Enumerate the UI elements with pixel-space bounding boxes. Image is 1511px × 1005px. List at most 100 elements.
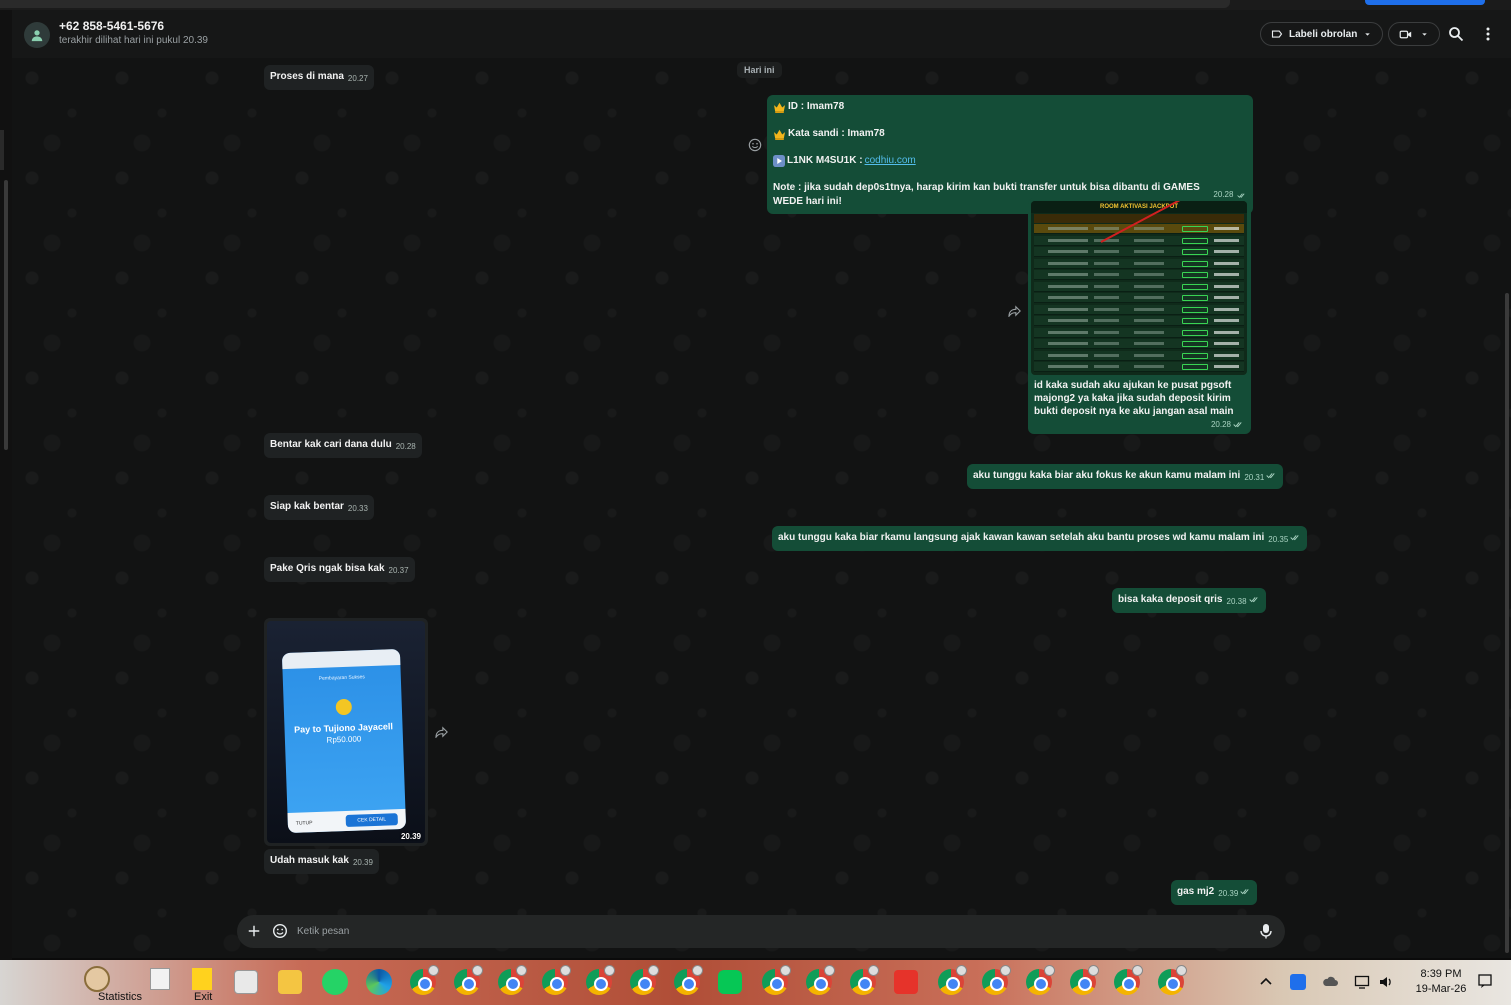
jackpot-table-row xyxy=(1034,350,1244,361)
double-check-icon xyxy=(1248,597,1258,603)
jackpot-table-cell xyxy=(1134,238,1164,242)
password-row: Kata sandi : Imam78 xyxy=(773,127,1247,141)
emoji-react-icon[interactable] xyxy=(748,138,762,152)
microphone-icon[interactable] xyxy=(1259,923,1273,939)
menu-dots-icon[interactable] xyxy=(1480,26,1496,42)
outgoing-message-credentials[interactable]: ID : Imam78 Kata sandi : Imam78 L1NK M4S… xyxy=(767,95,1253,214)
chrome-browser-icon[interactable] xyxy=(850,965,879,995)
display-icon[interactable] xyxy=(1354,974,1370,990)
jackpot-table-cell xyxy=(1048,238,1088,242)
chrome-browser-icon[interactable] xyxy=(806,965,835,995)
jackpot-table-row xyxy=(1034,270,1244,280)
sticker-icon[interactable] xyxy=(272,923,288,939)
payment-proof-photo[interactable]: Pembayaran Sukses Pay to Tujiono Jayacel… xyxy=(267,621,425,843)
speaker-icon[interactable] xyxy=(1378,974,1394,990)
outgoing-message[interactable]: aku tunggu kaka biar rkamu langsung ajak… xyxy=(772,526,1308,551)
chrome-browser-icon[interactable] xyxy=(1114,965,1143,995)
message-input[interactable] xyxy=(297,921,1197,941)
chrome-browser-icon[interactable] xyxy=(1158,965,1187,995)
chevron-up-icon[interactable] xyxy=(1258,974,1274,990)
wps-office-icon[interactable] xyxy=(894,970,918,994)
statistics-widget[interactable]: Statistics xyxy=(68,960,148,1005)
jackpot-table-cell xyxy=(1134,261,1164,265)
game-link[interactable]: codhiu.com xyxy=(865,154,916,168)
jackpot-table-cell xyxy=(1094,319,1119,322)
incoming-photo-message[interactable]: Pembayaran Sukses Pay to Tujiono Jayacel… xyxy=(264,618,428,846)
message-composer xyxy=(237,915,1285,948)
exit-widget[interactable]: Exit xyxy=(150,960,212,1005)
chrome-browser-icon[interactable] xyxy=(410,965,439,995)
outgoing-message[interactable]: bisa kaka deposit qris 20.38 xyxy=(1112,588,1266,613)
chat-scrollbar[interactable] xyxy=(1505,293,1509,953)
profile-avatar-icon xyxy=(1088,965,1099,976)
jackpot-table-cell xyxy=(1214,319,1239,322)
chrome-browser-icon[interactable] xyxy=(630,965,659,995)
incoming-message[interactable]: Pake Qris ngak bisa kak 20.37 xyxy=(264,557,415,582)
last-seen-status: terakhir dilihat hari ini pukul 20.39 xyxy=(59,35,208,46)
chat-area[interactable]: Hari ini Proses di mana 20.27 ID : Imam78… xyxy=(12,58,1511,958)
jackpot-table-image[interactable]: ROOM AKTIVASI JACKPOT xyxy=(1031,201,1247,375)
incoming-message[interactable]: Siap kak bentar 20.33 xyxy=(264,495,374,520)
notification-icon[interactable] xyxy=(1477,973,1493,989)
whatsapp-icon[interactable] xyxy=(322,969,348,995)
phone-top-bar xyxy=(281,648,401,670)
forward-icon[interactable] xyxy=(435,726,449,738)
double-check-icon xyxy=(1233,422,1242,428)
incoming-message[interactable]: Bentar kak cari dana dulu 20.28 xyxy=(264,433,422,458)
video-camera-icon xyxy=(1399,30,1412,38)
jackpot-table-cell xyxy=(1094,365,1119,368)
incoming-message[interactable]: Proses di mana 20.27 xyxy=(264,65,374,90)
search-icon[interactable] xyxy=(1448,26,1464,42)
jackpot-table-row xyxy=(1034,304,1244,315)
plus-icon[interactable] xyxy=(247,924,261,938)
chrome-browser-icon[interactable] xyxy=(762,965,791,995)
profile-avatar-icon xyxy=(604,965,615,976)
chrome-browser-icon[interactable] xyxy=(1070,965,1099,995)
outgoing-image-message[interactable]: ROOM AKTIVASI JACKPOT id kaka sudah aku … xyxy=(1028,198,1251,434)
jackpot-table-cell xyxy=(1134,250,1164,253)
crown-icon xyxy=(774,102,785,113)
double-check-icon xyxy=(1290,535,1299,541)
jackpot-table-cell xyxy=(1094,284,1119,288)
chrome-browser-icon[interactable] xyxy=(1026,965,1055,995)
message-time: 20.31 xyxy=(1244,473,1265,482)
onedrive-icon[interactable] xyxy=(1322,974,1338,990)
label-chat-button[interactable]: Labeli obrolan xyxy=(1260,22,1384,46)
message-time: 20.39 xyxy=(400,832,421,841)
chrome-browser-icon[interactable] xyxy=(498,965,527,995)
incoming-message[interactable]: Udah masuk kak 20.39 xyxy=(264,849,379,874)
outgoing-message[interactable]: aku tunggu kaka biar aku fokus ke akun k… xyxy=(967,464,1284,489)
jackpot-table-cell xyxy=(1134,319,1164,322)
outgoing-message[interactable]: gas mj2 20.39 xyxy=(1171,880,1258,905)
chrome-browser-icon[interactable] xyxy=(982,965,1011,995)
jackpot-table-cell xyxy=(1182,295,1208,301)
chrome-browser-icon[interactable] xyxy=(542,965,571,995)
chrome-browser-icon[interactable] xyxy=(454,965,483,995)
chrome-browser-icon[interactable] xyxy=(586,965,615,995)
jackpot-table-cell xyxy=(1134,342,1164,345)
jackpot-table-cell xyxy=(1094,261,1119,265)
jackpot-table-cell xyxy=(1182,318,1208,324)
message-time: 20.27 xyxy=(347,74,368,83)
left-scrollbar[interactable] xyxy=(4,180,8,450)
jackpot-table-row xyxy=(1034,235,1244,246)
jackpot-table-row xyxy=(1034,258,1244,269)
jackpot-table-cell xyxy=(1048,342,1088,345)
text-editor-icon[interactable] xyxy=(234,970,258,994)
message-text: gas mj2 xyxy=(1177,886,1215,897)
message-text: Udah masuk kak xyxy=(270,855,349,866)
chrome-browser-icon[interactable] xyxy=(938,965,967,995)
system-clock[interactable]: 8:39 PM 19-Mar-26 xyxy=(1410,967,1472,997)
cloud-sync-icon[interactable] xyxy=(1290,974,1306,990)
contact-avatar[interactable] xyxy=(24,22,50,48)
jackpot-table-cell xyxy=(1214,330,1239,334)
video-call-button[interactable] xyxy=(1388,22,1440,46)
contact-name[interactable]: +62 858-5461-5676 xyxy=(59,19,164,33)
profile-avatar-icon xyxy=(648,965,659,976)
forward-icon[interactable] xyxy=(1008,305,1022,317)
line-app-icon[interactable] xyxy=(718,970,742,994)
os-taskbar: Statistics Exit 8:39 PM 19-Mar-26 xyxy=(0,960,1511,1005)
edge-browser-icon[interactable] xyxy=(366,969,392,995)
folder-icon[interactable] xyxy=(278,970,302,994)
chrome-browser-icon[interactable] xyxy=(674,965,703,995)
